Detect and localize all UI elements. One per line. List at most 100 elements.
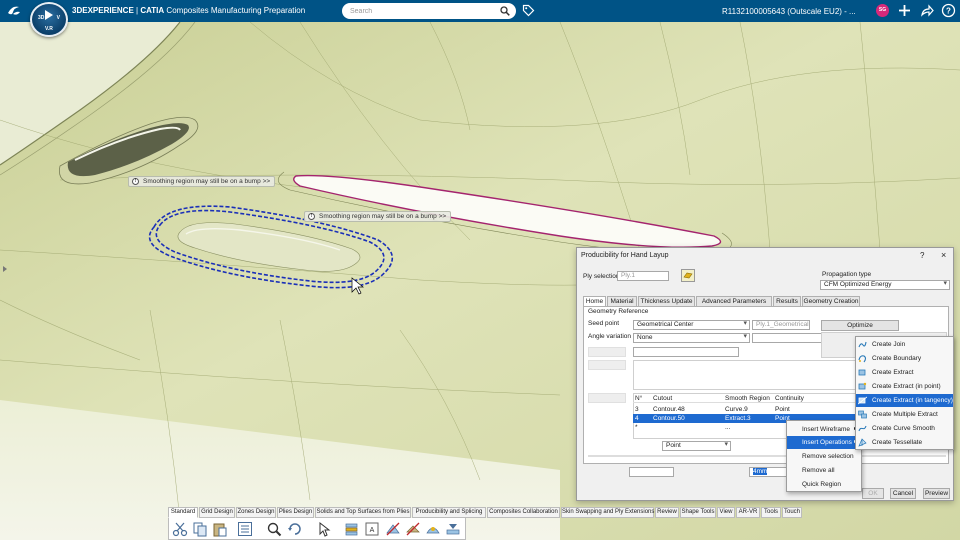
plus-icon[interactable]: [897, 3, 912, 18]
panel-expand-arrow-icon[interactable]: [3, 266, 7, 272]
smoothing-warning-annotation[interactable]: ! Smoothing region may still be on a bum…: [128, 176, 276, 187]
tab-view[interactable]: View: [717, 507, 735, 518]
menu-item-quick-region[interactable]: Quick Region: [787, 478, 861, 491]
submenu-item-create-tessellate[interactable]: Create Tessellate: [856, 436, 953, 449]
submenu-item-create-extract[interactable]: Create Extract: [856, 366, 953, 379]
properties-icon[interactable]: [237, 521, 253, 537]
app-module-name: Composites Manufacturing Preparation: [166, 6, 306, 15]
tab-zones-design[interactable]: Zones Design: [236, 507, 276, 518]
action-bar-tools: A: [168, 518, 466, 540]
menu-item-insert-operations[interactable]: Insert Operations▸: [787, 436, 861, 449]
submenu-item-create-extract-in-point[interactable]: Create Extract (in point): [856, 380, 953, 393]
table-header: N° Cutout Smooth Region Continuity: [633, 394, 859, 403]
warning-bulb-icon: !: [308, 213, 315, 220]
tab-shape-tools[interactable]: Shape Tools: [680, 507, 716, 518]
ply-group-icon[interactable]: [344, 521, 360, 537]
submenu-item-create-multiple-extract[interactable]: Create Multiple Extract: [856, 408, 953, 421]
tab-standard[interactable]: Standard: [168, 507, 198, 518]
seed-point-select[interactable]: Geometrical Center: [633, 320, 750, 330]
continuity-select[interactable]: Point: [662, 441, 731, 451]
tab-review[interactable]: Review: [655, 507, 679, 518]
submenu-item-create-extract-in-tangency[interactable]: Create Extract (in tangency): [856, 394, 953, 407]
tab-plies-design[interactable]: Plies Design: [277, 507, 314, 518]
spacer-field: [588, 360, 626, 370]
option-field[interactable]: [633, 347, 739, 357]
insert-operations-submenu: Create Join Create Boundary Create Extra…: [855, 336, 954, 450]
drop-off-icon[interactable]: [385, 521, 401, 537]
left-value-field[interactable]: [629, 467, 674, 477]
menu-item-insert-wireframe[interactable]: Insert Wireframe▸: [787, 423, 861, 436]
svg-text:?: ?: [946, 7, 951, 16]
submenu-item-label: Create Boundary: [872, 355, 922, 362]
dialog-title: Producibility for Hand Layup: [581, 252, 669, 259]
submenu-item-create-curve-smooth[interactable]: Create Curve Smooth: [856, 422, 953, 435]
table-row[interactable]: 3 Contour.48 Curve.9 Point: [633, 405, 859, 414]
copy-icon[interactable]: [192, 521, 208, 537]
menu-item-remove-selection[interactable]: Remove selection: [787, 450, 861, 463]
submenu-item-label: Create Extract (in tangency): [872, 397, 953, 404]
spacer-field: [588, 347, 626, 357]
cell-cutout: Contour.48: [653, 406, 685, 413]
dialog-help-button[interactable]: ?: [920, 251, 924, 260]
tab-composites-collaboration[interactable]: Composites Collaboration: [487, 507, 560, 518]
select-icon[interactable]: [317, 521, 333, 537]
geometry-reference-label: Geometry Reference: [588, 308, 649, 315]
ok-button[interactable]: OK: [862, 488, 884, 499]
help-icon[interactable]: ?: [941, 3, 956, 18]
tab-skin-swapping[interactable]: Skin Swapping and Ply Extensions: [561, 507, 654, 518]
paste-icon[interactable]: [212, 521, 228, 537]
region-list[interactable]: [633, 360, 857, 390]
compass-play-icon: [45, 10, 53, 20]
compass-widget[interactable]: 3D V V.R: [30, 2, 68, 37]
submenu-item-create-boundary[interactable]: Create Boundary: [856, 352, 953, 365]
compass-version-label: V.R: [45, 26, 53, 32]
ply-selection-field[interactable]: Ply.1: [617, 271, 669, 281]
ply-icon[interactable]: A: [364, 521, 380, 537]
menu-item-label: Insert Operations: [802, 439, 852, 446]
col-cutout-header: Cutout: [653, 395, 673, 402]
extract-icon: [858, 369, 866, 376]
smoothing-warning-annotation[interactable]: ! Smoothing region may still be on a bum…: [304, 211, 452, 222]
menu-item-label: Insert Wireframe: [802, 426, 851, 433]
propagation-type-select[interactable]: CFM Optimized Energy: [820, 280, 950, 290]
menu-item-remove-all[interactable]: Remove all: [787, 464, 861, 477]
seed-point-ref-field[interactable]: Ply.1_GeometricalCer: [752, 320, 810, 330]
distance-value: 4mm: [753, 468, 768, 475]
seed-point-label: Seed point: [588, 320, 620, 327]
cell-smooth-region: Extract.3: [725, 415, 751, 422]
search-box: [342, 3, 516, 19]
avatar[interactable]: SG: [876, 4, 889, 17]
core-icon[interactable]: [405, 521, 421, 537]
share-icon[interactable]: [919, 3, 934, 18]
tab-tools[interactable]: Tools: [761, 507, 781, 518]
producibility-icon[interactable]: [425, 521, 441, 537]
submenu-item-create-join[interactable]: Create Join: [856, 338, 953, 351]
update-icon[interactable]: [287, 521, 303, 537]
tab-touch[interactable]: Touch: [782, 507, 802, 518]
tab-producibility-splicing[interactable]: Producibility and Splicing: [412, 507, 486, 518]
angle-variation-select[interactable]: None: [633, 333, 750, 343]
search-input[interactable]: [342, 3, 492, 19]
boundary-icon: [858, 355, 867, 363]
cut-icon[interactable]: [172, 521, 188, 537]
ply-selector-icon[interactable]: [681, 269, 695, 282]
flatten-icon[interactable]: [445, 521, 461, 537]
cancel-button[interactable]: Cancel: [890, 488, 916, 499]
tab-solids-top-surfaces[interactable]: Solids and Top Surfaces from Plies: [315, 507, 411, 518]
dialog-close-button[interactable]: ×: [941, 250, 946, 260]
optimize-button[interactable]: Optimize: [821, 320, 899, 331]
tab-ar-vr[interactable]: AR-VR: [736, 507, 760, 518]
join-icon: [858, 341, 867, 348]
collab-space-context[interactable]: R1132100005643 (Outscale EU2) - ...: [722, 7, 856, 16]
zoom-icon[interactable]: [266, 521, 282, 537]
extract-tangency-icon: [858, 396, 867, 405]
search-icon[interactable]: [500, 6, 510, 16]
tab-grid-design[interactable]: Grid Design: [199, 507, 235, 518]
region-context-menu: Insert Wireframe▸ Insert Operations▸ Rem…: [786, 420, 862, 492]
tag-icon[interactable]: [522, 4, 535, 17]
curve-smooth-icon: [858, 425, 867, 432]
preview-button[interactable]: Preview: [923, 488, 950, 499]
angle-variation-field[interactable]: [752, 333, 822, 343]
cell-smooth-region: ...: [725, 424, 731, 431]
submenu-item-label: Create Join: [872, 341, 906, 348]
